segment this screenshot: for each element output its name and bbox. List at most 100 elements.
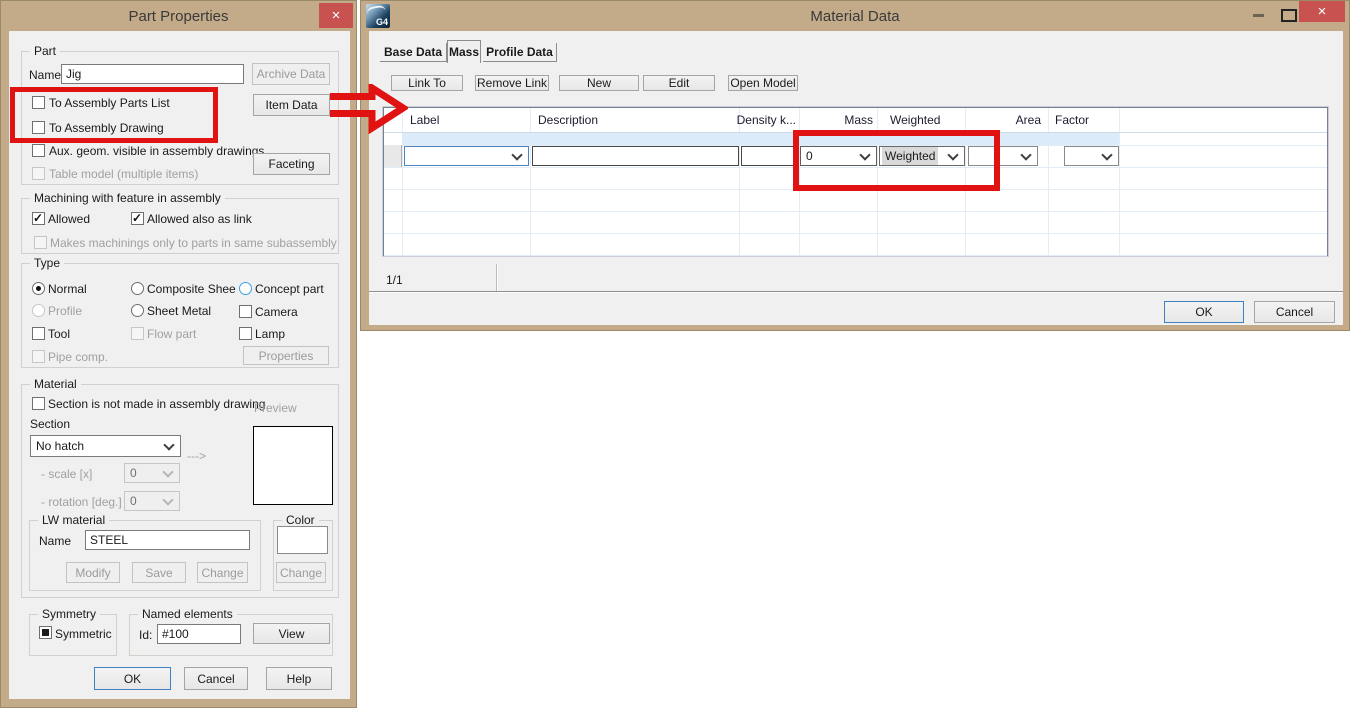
composite-sheet-label: Composite Shee — [147, 282, 236, 296]
open-model-button[interactable]: Open Model — [728, 75, 798, 91]
section-preview-box — [253, 426, 333, 505]
checkbox-symmetric[interactable] — [39, 626, 52, 639]
checkbox-aux-geom[interactable] — [32, 144, 45, 157]
material-group-label: Material — [30, 377, 81, 391]
radio-profile — [32, 304, 45, 317]
column-header-density[interactable]: Density k... — [739, 108, 799, 132]
archive-data-button[interactable]: Archive Data — [252, 63, 330, 85]
checkbox-lamp[interactable] — [239, 327, 252, 340]
part-properties-titlebar[interactable]: Part Properties — [1, 1, 356, 31]
annotation-box-mass-weighted — [793, 130, 1000, 191]
edit-row-header-cell — [384, 145, 402, 167]
remove-link-button[interactable]: Remove Link — [475, 75, 549, 91]
color-swatch[interactable] — [277, 526, 328, 554]
status-separator-line — [369, 291, 1343, 293]
sheet-metal-label: Sheet Metal — [147, 304, 211, 318]
lw-name-input[interactable]: STEEL — [85, 530, 250, 550]
chevron-down-icon — [163, 439, 174, 450]
rotation-value: 0 — [130, 494, 137, 508]
radio-concept-part[interactable] — [239, 282, 252, 295]
table-model-label: Table model (multiple items) — [49, 167, 198, 181]
edit-button[interactable]: Edit — [643, 75, 715, 91]
normal-label: Normal — [48, 282, 87, 296]
factor-combo[interactable] — [1064, 146, 1119, 166]
item-data-button[interactable]: Item Data — [253, 94, 330, 116]
minimize-icon — [1253, 14, 1264, 17]
help-button[interactable]: Help — [266, 667, 332, 690]
radio-normal[interactable] — [32, 282, 45, 295]
tool-label: Tool — [48, 327, 70, 341]
app-icon-text: G4 — [376, 17, 388, 27]
checkbox-flow-part — [131, 327, 144, 340]
part-group-label: Part — [30, 44, 60, 58]
checkbox-pipe-comp — [32, 350, 45, 363]
concept-part-label: Concept part — [255, 282, 324, 296]
named-elements-group-label: Named elements — [138, 607, 237, 621]
arrow-text: ---> — [187, 449, 206, 463]
close-button[interactable]: × — [319, 3, 353, 28]
id-input[interactable]: #100 — [157, 624, 241, 644]
lw-name-value: STEEL — [90, 533, 128, 547]
color-group-label: Color — [282, 513, 319, 527]
column-header-description[interactable]: Description — [530, 108, 739, 132]
radio-composite-sheet[interactable] — [131, 282, 144, 295]
checkbox-section-not-made[interactable] — [32, 397, 45, 410]
name-label: Name — [29, 68, 61, 82]
pipe-comp-label: Pipe comp. — [48, 350, 108, 364]
save-button[interactable]: Save — [132, 562, 186, 583]
ok-button[interactable]: OK — [94, 667, 171, 690]
lw-name-label: Name — [39, 534, 71, 548]
scale-value: 0 — [130, 466, 137, 480]
checkbox-allowed-as-link[interactable] — [131, 212, 144, 225]
tab-base-data[interactable]: Base Data — [380, 43, 447, 62]
camera-label: Camera — [255, 305, 298, 319]
maximize-button[interactable] — [1275, 5, 1301, 25]
chevron-down-icon — [162, 494, 173, 505]
minimize-button[interactable] — [1245, 5, 1271, 25]
description-input[interactable] — [532, 146, 739, 166]
ok-button[interactable]: OK — [1164, 301, 1244, 323]
properties-button[interactable]: Properties — [243, 346, 329, 365]
cancel-button[interactable]: Cancel — [184, 667, 248, 690]
preview-label: Preview — [254, 401, 297, 415]
part-name-input[interactable]: Jig — [61, 64, 244, 84]
part-name-value: Jig — [66, 67, 81, 81]
lw-material-group-label: LW material — [38, 513, 109, 527]
machining-group-label: Machining with feature in assembly — [30, 191, 225, 205]
cancel-button[interactable]: Cancel — [1254, 301, 1335, 323]
checkbox-table-model — [32, 167, 45, 180]
column-header-factor[interactable]: Factor — [1048, 108, 1119, 132]
tab-mass[interactable]: Mass — [447, 40, 481, 63]
faceting-button[interactable]: Faceting — [253, 153, 330, 175]
close-icon: × — [1318, 3, 1327, 20]
checkbox-tool[interactable] — [32, 327, 45, 340]
annotation-arrow — [330, 84, 408, 134]
column-header-label[interactable]: Label — [402, 108, 530, 132]
annotation-box-checkboxes — [10, 87, 218, 143]
same-subassembly-label: Makes machinings only to parts in same s… — [50, 236, 337, 250]
column-header-area[interactable]: Area — [965, 108, 1048, 132]
new-button[interactable]: New — [559, 75, 639, 91]
maximize-icon — [1281, 9, 1297, 22]
checkbox-camera[interactable] — [239, 305, 252, 318]
status-page-indicator: 1/1 — [386, 273, 403, 287]
lw-change-button[interactable]: Change — [197, 562, 248, 583]
view-button[interactable]: View — [253, 623, 330, 644]
color-change-button[interactable]: Change — [276, 562, 326, 583]
status-divider — [496, 264, 498, 291]
checkbox-allowed[interactable] — [32, 212, 45, 225]
density-input[interactable] — [741, 146, 798, 166]
radio-sheet-metal[interactable] — [131, 304, 144, 317]
close-button[interactable]: × — [1299, 1, 1345, 22]
modify-button[interactable]: Modify — [66, 562, 120, 583]
section-hatch-select[interactable]: No hatch — [30, 435, 181, 457]
selected-row[interactable] — [402, 133, 1119, 145]
tab-profile-data[interactable]: Profile Data — [483, 43, 557, 62]
label-combo[interactable] — [404, 146, 529, 166]
allowed-as-link-label: Allowed also as link — [147, 212, 252, 226]
column-header-weighted[interactable]: Weighted — [877, 108, 965, 132]
column-header-mass[interactable]: Mass — [799, 108, 877, 132]
section-hatch-value: No hatch — [36, 439, 84, 453]
aux-geom-label: Aux. geom. visible in assembly drawings — [49, 144, 264, 158]
material-data-titlebar[interactable]: Material Data — [361, 1, 1349, 31]
